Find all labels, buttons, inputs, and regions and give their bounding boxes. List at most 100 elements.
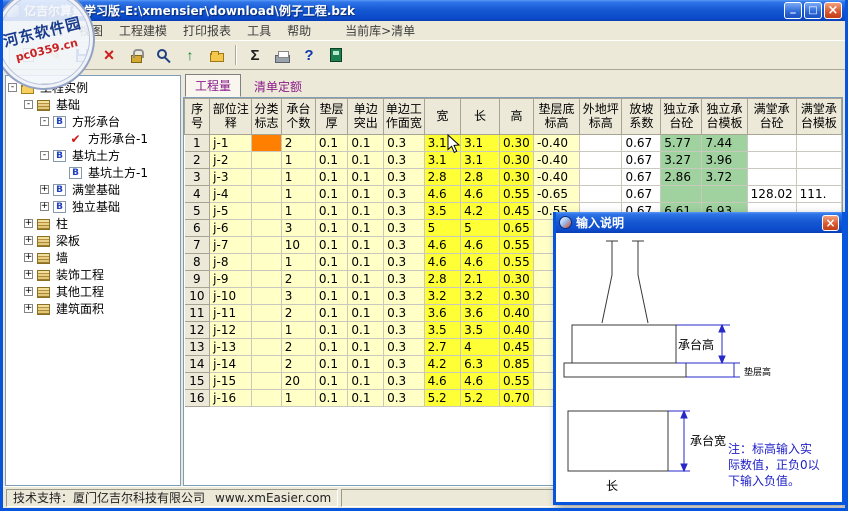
- tree-expander-icon[interactable]: [24, 304, 33, 313]
- table-cell[interactable]: 0.1: [348, 390, 384, 407]
- tree-item[interactable]: 墙: [7, 249, 179, 266]
- table-cell[interactable]: 1: [281, 322, 315, 339]
- table-cell[interactable]: [580, 152, 622, 169]
- table-cell[interactable]: j-6: [210, 220, 252, 237]
- table-cell[interactable]: 10: [281, 237, 315, 254]
- table-cell[interactable]: 0.1: [348, 322, 384, 339]
- dialog-close-button[interactable]: [822, 215, 839, 231]
- table-cell[interactable]: [580, 169, 622, 186]
- table-cell[interactable]: [252, 254, 282, 271]
- table-cell[interactable]: 4.6: [424, 373, 461, 390]
- row-number[interactable]: 9: [185, 271, 210, 288]
- tab-quantities[interactable]: 工程量: [185, 74, 241, 97]
- tree-expander-icon[interactable]: [24, 270, 33, 279]
- table-cell[interactable]: [252, 322, 282, 339]
- table-cell[interactable]: 0.3: [384, 186, 425, 203]
- table-cell[interactable]: 1: [281, 203, 315, 220]
- tree-expander-icon[interactable]: [24, 253, 33, 262]
- menu-item[interactable]: 工具: [239, 20, 279, 41]
- find-button[interactable]: [150, 43, 176, 68]
- table-cell[interactable]: -0.40: [533, 135, 579, 152]
- table-cell[interactable]: 3: [281, 288, 315, 305]
- table-cell[interactable]: 3.96: [702, 152, 747, 169]
- table-cell[interactable]: 0.55: [500, 254, 534, 271]
- table-cell[interactable]: 0.1: [348, 135, 384, 152]
- row-number[interactable]: 13: [185, 339, 210, 356]
- menu-item[interactable]: 当前库>清单: [337, 20, 423, 41]
- export-button[interactable]: [204, 43, 230, 68]
- tree-item[interactable]: 其他工程: [7, 283, 179, 300]
- row-number[interactable]: 1: [185, 135, 210, 152]
- row-number[interactable]: 12: [185, 322, 210, 339]
- tree-expander-icon[interactable]: [24, 287, 33, 296]
- table-cell[interactable]: 0.1: [348, 203, 384, 220]
- table-cell[interactable]: 0.1: [348, 356, 384, 373]
- table-cell[interactable]: 4: [461, 339, 500, 356]
- menu-item[interactable]: 打印报表: [175, 20, 239, 41]
- calculator-button[interactable]: [323, 43, 349, 68]
- row-number[interactable]: 4: [185, 186, 210, 203]
- table-cell[interactable]: [702, 186, 747, 203]
- tree-item[interactable]: 方形承台: [7, 113, 179, 130]
- row-number[interactable]: 2: [185, 152, 210, 169]
- table-cell[interactable]: [252, 169, 282, 186]
- delete-button[interactable]: [96, 43, 122, 68]
- help-button[interactable]: [296, 43, 322, 68]
- table-cell[interactable]: 0.40: [500, 322, 534, 339]
- table-cell[interactable]: j-12: [210, 322, 252, 339]
- table-cell[interactable]: [252, 288, 282, 305]
- table-cell[interactable]: 0.30: [500, 135, 534, 152]
- table-cell[interactable]: 3.27: [661, 152, 702, 169]
- table-cell[interactable]: j-14: [210, 356, 252, 373]
- table-cell[interactable]: 0.30: [500, 169, 534, 186]
- table-cell[interactable]: 2: [281, 305, 315, 322]
- table-cell[interactable]: 4.6: [424, 186, 461, 203]
- table-cell[interactable]: 0.1: [315, 186, 347, 203]
- table-cell[interactable]: [252, 373, 282, 390]
- print-button[interactable]: [269, 43, 295, 68]
- table-cell[interactable]: -0.40: [533, 169, 579, 186]
- tree-expander-icon[interactable]: [40, 185, 49, 194]
- table-cell[interactable]: 0.30: [500, 152, 534, 169]
- table-cell[interactable]: 1: [281, 169, 315, 186]
- table-cell[interactable]: [252, 152, 282, 169]
- table-cell[interactable]: 0.70: [500, 390, 534, 407]
- table-cell[interactable]: 0.3: [384, 135, 425, 152]
- tree-item[interactable]: 柱: [7, 215, 179, 232]
- table-cell[interactable]: 2: [281, 135, 315, 152]
- table-cell[interactable]: 0.1: [348, 220, 384, 237]
- table-cell[interactable]: [747, 169, 796, 186]
- tree-expander-icon[interactable]: [24, 236, 33, 245]
- table-cell[interactable]: [661, 186, 702, 203]
- row-number[interactable]: 8: [185, 254, 210, 271]
- table-cell[interactable]: 6.3: [461, 356, 500, 373]
- table-cell[interactable]: [252, 186, 282, 203]
- tree-item[interactable]: 梁板: [7, 232, 179, 249]
- table-cell[interactable]: [252, 203, 282, 220]
- tree-item[interactable]: 建筑面积: [7, 300, 179, 317]
- tree-item[interactable]: 基坑土方-1: [7, 164, 179, 181]
- row-number[interactable]: 10: [185, 288, 210, 305]
- table-cell[interactable]: 3.6: [424, 305, 461, 322]
- table-cell[interactable]: 2.86: [661, 169, 702, 186]
- table-cell[interactable]: 0.1: [315, 373, 347, 390]
- row-number[interactable]: 3: [185, 169, 210, 186]
- tree-item[interactable]: 基坑土方: [7, 147, 179, 164]
- table-cell[interactable]: 0.3: [384, 271, 425, 288]
- title-bar[interactable]: 亿吉尔算量学习版-E:\xmensier\download\例子工程.bzk: [3, 0, 845, 21]
- table-cell[interactable]: [252, 305, 282, 322]
- table-cell[interactable]: 2.8: [461, 169, 500, 186]
- table-cell[interactable]: 1: [281, 186, 315, 203]
- table-cell[interactable]: 0.1: [348, 271, 384, 288]
- table-cell[interactable]: 2: [281, 339, 315, 356]
- table-cell[interactable]: j-8: [210, 254, 252, 271]
- table-cell[interactable]: 0.1: [348, 237, 384, 254]
- table-cell[interactable]: -0.40: [533, 152, 579, 169]
- table-cell[interactable]: 0.1: [315, 169, 347, 186]
- table-cell[interactable]: 111.: [796, 186, 841, 203]
- table-cell[interactable]: [252, 271, 282, 288]
- table-cell[interactable]: 0.1: [315, 288, 347, 305]
- table-cell[interactable]: 4.6: [424, 237, 461, 254]
- tree-item[interactable]: 装饰工程: [7, 266, 179, 283]
- table-cell[interactable]: 0.3: [384, 152, 425, 169]
